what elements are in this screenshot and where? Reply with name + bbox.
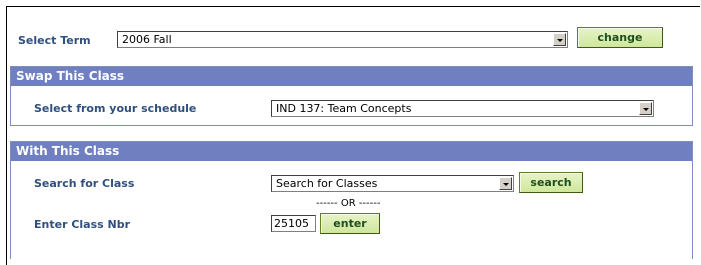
- search-for-classes-select[interactable]: Search for Classes: [271, 175, 514, 192]
- schedule-select[interactable]: IND 137: Team Concepts: [271, 100, 654, 117]
- schedule-select-value: IND 137: Team Concepts: [276, 102, 412, 115]
- or-divider: ------ OR ------: [316, 198, 381, 209]
- swap-this-class-section: Swap This Class: [10, 66, 693, 126]
- term-select[interactable]: 2006 Fall: [117, 31, 568, 48]
- chevron-down-icon[interactable]: [553, 33, 566, 46]
- enter-button[interactable]: enter: [320, 213, 380, 234]
- enter-class-nbr-label: Enter Class Nbr: [34, 218, 131, 231]
- term-select-value: 2006 Fall: [122, 33, 172, 46]
- search-select-value: Search for Classes: [276, 177, 378, 190]
- select-from-schedule-label: Select from your schedule: [34, 102, 197, 115]
- select-term-label: Select Term: [18, 34, 91, 47]
- swap-section-title: Swap This Class: [11, 67, 692, 86]
- search-button[interactable]: search: [519, 172, 583, 193]
- change-button[interactable]: change: [577, 27, 663, 48]
- with-section-title: With This Class: [11, 142, 692, 161]
- chevron-down-icon[interactable]: [499, 177, 512, 190]
- search-for-class-label: Search for Class: [34, 177, 135, 190]
- class-nbr-input[interactable]: 25105: [271, 215, 316, 232]
- chevron-down-icon[interactable]: [639, 102, 652, 115]
